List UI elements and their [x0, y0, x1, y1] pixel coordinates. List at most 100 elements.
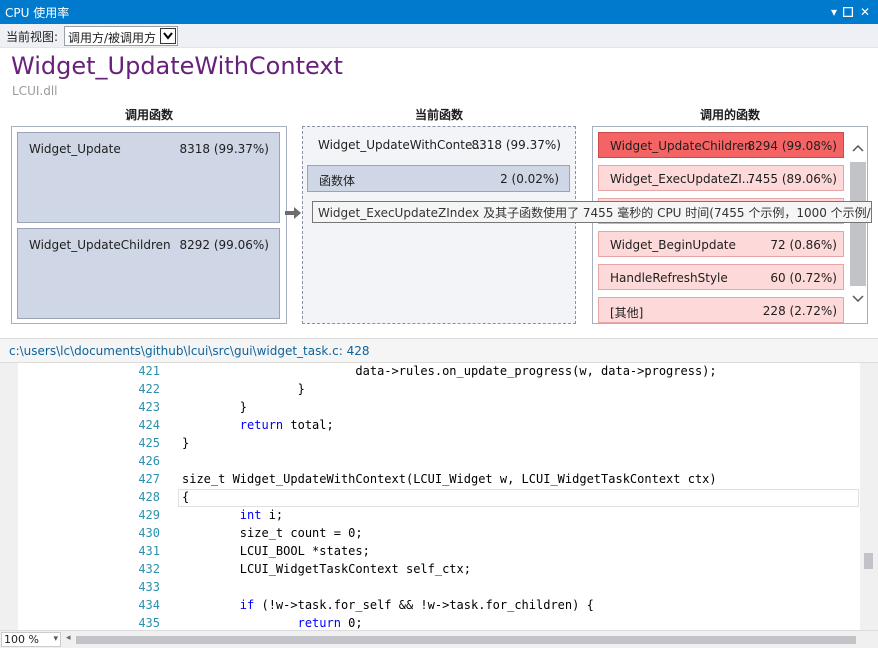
callee-item[interactable]: HandleRefreshStyle 60 (0.72%) [598, 264, 844, 290]
code-line[interactable]: 423 } [0, 399, 862, 417]
code-line[interactable]: 432 LCUI_WidgetTaskContext self_ctx; [0, 561, 862, 579]
callee-item[interactable]: Widget_BeginUpdate 72 (0.86%) [598, 231, 844, 257]
view-select[interactable]: 调用方/被调用方 [64, 26, 178, 46]
code-line[interactable]: 422 } [0, 381, 862, 399]
code-text: size_t count = 0; [182, 526, 363, 540]
current-function-panel: Widget_UpdateWithConte... 8318 (99.37%) … [302, 126, 576, 324]
caller-item[interactable]: Widget_Update 8318 (99.37%) [17, 132, 280, 223]
current-function-value: 8318 (99.37%) [471, 138, 561, 152]
code-line[interactable]: 428 { [0, 489, 862, 507]
scroll-down-icon[interactable] [852, 295, 864, 303]
callee-name: Widget_ExecUpdateZI... [610, 172, 754, 186]
code-rest: i; [261, 508, 284, 522]
code-text: size_t Widget_UpdateWithContext(LCUI_Wid… [182, 472, 717, 486]
scroll-up-icon[interactable] [852, 144, 864, 152]
caller-name: Widget_Update [29, 142, 121, 156]
code-text: return 0; [182, 616, 363, 630]
source-path-link[interactable]: c:\users\lc\documents\github\lcui\src\gu… [9, 344, 369, 358]
code-text: } [182, 400, 248, 414]
line-number: 425 [138, 436, 160, 450]
callee-name: Widget_BeginUpdate [610, 238, 736, 252]
maximize-icon[interactable] [840, 4, 856, 20]
window-title-bar: CPU 使用率 ▾ ✕ [0, 0, 878, 24]
code-line[interactable]: 431 LCUI_BOOL *states; [0, 543, 862, 561]
callee-item[interactable]: Widget_ExecUpdateZI... 7455 (89.06%) [598, 165, 844, 191]
zoom-select[interactable]: 100 % ▾ [1, 632, 61, 647]
code-keyword: int [239, 508, 262, 522]
window-title: CPU 使用率 [5, 6, 70, 20]
code-text: } [182, 436, 190, 450]
zoom-value: 100 % [4, 633, 39, 646]
callee-item[interactable]: Widget_UpdateChildren 8294 (99.08%) [598, 132, 844, 158]
source-path-bar: c:\users\lc\documents\github\lcui\src\gu… [0, 338, 878, 363]
function-title: Widget_UpdateWithContext [11, 52, 343, 80]
code-text: LCUI_WidgetTaskContext self_ctx; [182, 562, 471, 576]
code-rest: 0; [340, 616, 363, 630]
line-number: 432 [138, 562, 160, 576]
arrow-right-icon [285, 207, 301, 219]
line-number: 433 [138, 580, 160, 594]
close-icon[interactable]: ✕ [857, 4, 873, 20]
chevron-down-icon[interactable] [160, 28, 176, 44]
current-function-name: Widget_UpdateWithConte... [318, 138, 484, 152]
code-line[interactable]: 433 [0, 579, 862, 597]
callee-value: 7455 (89.06%) [747, 172, 837, 186]
current-line-highlight [178, 489, 859, 507]
line-number: 434 [138, 598, 160, 612]
function-body-value: 2 (0.02%) [500, 172, 559, 186]
callee-value: 60 (0.72%) [770, 271, 837, 285]
line-number: 429 [138, 508, 160, 522]
line-number: 424 [138, 418, 160, 432]
caller-item[interactable]: Widget_UpdateChildren 8292 (99.06%) [17, 228, 280, 319]
view-select-value: 调用方/被调用方 [68, 31, 157, 45]
status-bar: 100 % ▾ ◂ [0, 630, 878, 648]
line-number: 426 [138, 454, 160, 468]
line-number: 421 [138, 364, 160, 378]
code-line[interactable]: 429 int i; [0, 507, 862, 525]
source-editor[interactable]: 421 data->rules.on_update_progress(w, da… [0, 363, 878, 630]
callers-header: 调用函数 [124, 108, 173, 122]
editor-horizontal-scrollbar[interactable]: ◂ [64, 633, 860, 646]
horizontal-scroll-thumb[interactable] [76, 636, 856, 644]
code-line[interactable]: 421 data->rules.on_update_progress(w, da… [0, 363, 862, 381]
function-body-item[interactable]: 函数体 2 (0.02%) [307, 165, 570, 192]
code-line[interactable]: 425} [0, 435, 862, 453]
callee-name: Widget_UpdateChildren [610, 139, 752, 153]
caller-value: 8292 (99.06%) [179, 238, 269, 252]
editor-scroll-thumb[interactable] [864, 553, 873, 569]
scroll-left-icon[interactable]: ◂ [66, 633, 71, 643]
callers-panel: Widget_Update 8318 (99.37%) Widget_Updat… [11, 126, 287, 324]
code-text: if (!w->task.for_self && !w->task.for_ch… [182, 598, 594, 612]
line-number: 430 [138, 526, 160, 540]
caller-value: 8318 (99.37%) [179, 142, 269, 156]
code-line[interactable]: 426 [0, 453, 862, 471]
callees-header: 调用的函数 [699, 108, 760, 122]
line-number: 422 [138, 382, 160, 396]
callees-scrollbar[interactable] [849, 140, 867, 308]
code-rest: total; [283, 418, 334, 432]
chevron-down-icon[interactable]: ▾ [53, 633, 58, 646]
code-text: int i; [182, 508, 283, 522]
code-line[interactable]: 430 size_t count = 0; [0, 525, 862, 543]
code-line[interactable]: 424 return total; [0, 417, 862, 435]
code-text: } [182, 382, 305, 396]
editor-vertical-scrollbar[interactable] [860, 363, 878, 630]
code-line[interactable]: 427 size_t Widget_UpdateWithContext(LCUI_… [0, 471, 862, 489]
code-line[interactable]: 435 return 0; [0, 615, 862, 630]
code-rest: (!w->task.for_self && !w->task.for_child… [254, 598, 594, 612]
callees-scroll-thumb[interactable] [850, 162, 866, 286]
callee-value: 8294 (99.08%) [747, 139, 837, 153]
code-text: { [182, 490, 190, 504]
caller-name: Widget_UpdateChildren [29, 238, 171, 252]
code-line[interactable]: 434 if (!w->task.for_self && !w->task.fo… [0, 597, 862, 615]
callee-name: HandleRefreshStyle [610, 271, 728, 285]
callee-item[interactable]: [其他] 228 (2.72%) [598, 297, 844, 323]
callee-name: [其他] [610, 306, 644, 320]
line-number: 427 [138, 472, 160, 486]
current-header: 当前函数 [414, 108, 463, 122]
line-number: 423 [138, 400, 160, 414]
